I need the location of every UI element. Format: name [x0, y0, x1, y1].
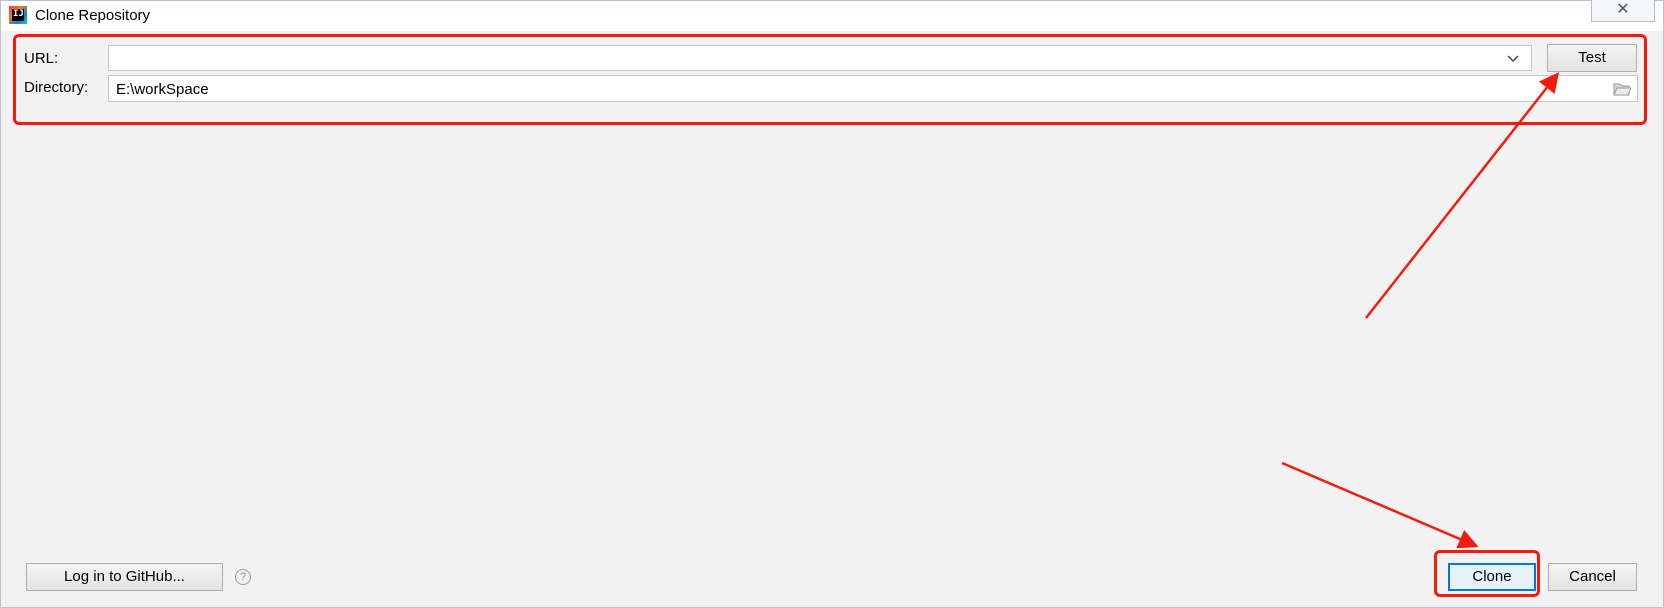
- close-icon: ✕: [1616, 1, 1630, 18]
- title-bar: IJ Clone Repository ✕: [1, 0, 1663, 31]
- cancel-button[interactable]: Cancel: [1548, 563, 1637, 591]
- test-button[interactable]: Test: [1547, 44, 1637, 72]
- url-combobox[interactable]: [108, 45, 1532, 71]
- intellij-app-icon: IJ: [9, 6, 27, 24]
- log-in-to-github-button[interactable]: Log in to GitHub...: [26, 563, 223, 591]
- directory-input[interactable]: [114, 77, 1588, 102]
- chevron-down-icon[interactable]: [1505, 50, 1521, 66]
- help-icon[interactable]: ?: [235, 569, 251, 585]
- app-icon-text: IJ: [13, 9, 24, 19]
- directory-label: Directory:: [24, 79, 89, 96]
- folder-icon[interactable]: [1613, 82, 1631, 96]
- clone-button[interactable]: Clone: [1448, 563, 1536, 591]
- window-title: Clone Repository: [35, 7, 151, 24]
- url-input[interactable]: [115, 47, 1499, 71]
- url-label: URL:: [24, 50, 59, 67]
- clone-repository-dialog: IJ Clone Repository ✕ URL: Test Director…: [0, 0, 1664, 608]
- close-button[interactable]: ✕: [1591, 0, 1655, 22]
- directory-field[interactable]: [108, 75, 1638, 102]
